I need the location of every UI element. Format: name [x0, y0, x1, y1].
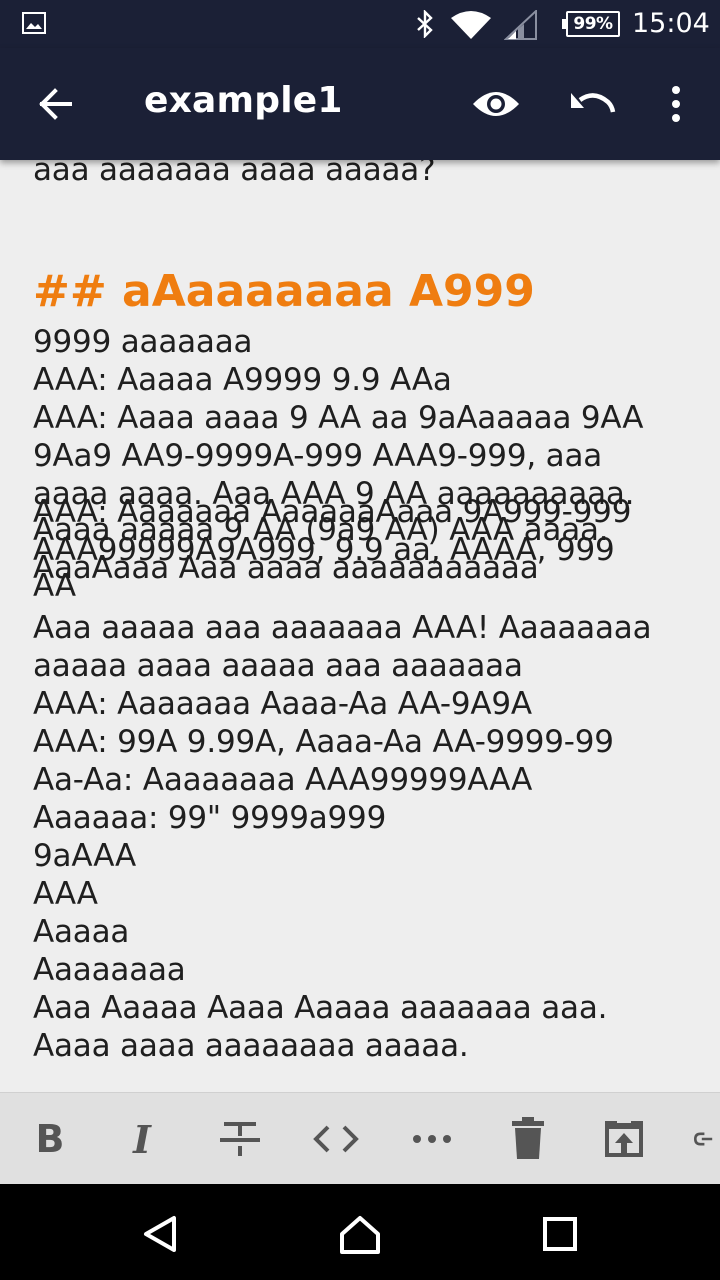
document-title: example1: [144, 80, 343, 121]
editor-line: AA: [33, 568, 76, 604]
format-toolbar: B I: [0, 1092, 720, 1184]
recents-icon[interactable]: [538, 1212, 582, 1256]
editor-line: Aaa Aaaaa Aaaa Aaaaa aaaaaaa aaa.: [33, 990, 608, 1026]
editor-line: AAA: Aaaaaaa Aaaa-Aa AA-9A9A: [33, 686, 532, 722]
strikethrough-icon: [220, 1122, 260, 1156]
delete-button[interactable]: [506, 1117, 550, 1161]
editor-line: Aaaaaaaa: [33, 952, 186, 988]
editor-line: AAA: [33, 876, 98, 912]
bold-button[interactable]: B: [28, 1117, 72, 1161]
back-triangle-icon[interactable]: [138, 1212, 182, 1256]
more-format-button[interactable]: [410, 1117, 454, 1161]
editor-line: AaaAaaa Aaa aaaa aaaaaaaaaaa: [33, 550, 539, 586]
editor-line: Aa-Aa: Aaaaaaaa AAA99999AAA: [33, 762, 533, 798]
back-arrow-icon[interactable]: [28, 82, 84, 126]
navigation-bar: [0, 1184, 720, 1280]
home-icon[interactable]: [338, 1212, 382, 1256]
editor-line: AAA: 99A 9.99A, Aaaa-Aa AA-9999-99: [33, 724, 614, 760]
italic-icon: I: [133, 1116, 151, 1162]
undo-icon[interactable]: [566, 84, 618, 124]
wifi-icon: [451, 11, 491, 39]
editor-line: 9Aa9 AA9-9999A-999 AAA9-999, aaa: [33, 438, 603, 474]
image-icon: [22, 12, 46, 34]
more-vert-icon[interactable]: [656, 78, 696, 130]
status-bar: 99% 15:04: [0, 0, 720, 48]
app-bar: example1: [0, 48, 720, 160]
battery-level: 99%: [573, 14, 613, 34]
link-icon: [694, 1132, 713, 1146]
app-root: 99% 15:04 example1 aaa aaaaaaa aaaa aaaa…: [0, 0, 720, 1280]
open-external-button[interactable]: [602, 1117, 646, 1161]
code-icon: [313, 1125, 359, 1153]
markdown-editor[interactable]: aaa aaaaaaa aaaa aaaaa? ## aAaaaaaaa A99…: [0, 160, 720, 1092]
editor-line: AAA: Aaaa aaaa 9 AA aa 9aAaaaaa 9AA: [33, 400, 644, 436]
strikethrough-button[interactable]: [216, 1117, 264, 1161]
clock: 15:04: [632, 8, 710, 39]
editor-line: Aaaaa: [33, 914, 130, 950]
editor-line: aaaaa aaaa aaaaa aaa aaaaaaa: [33, 648, 523, 684]
eye-icon[interactable]: [470, 84, 522, 124]
bluetooth-icon: [417, 10, 433, 38]
editor-line: Aaaa aaaa aaaaaaaa aaaaa.: [33, 1028, 469, 1064]
editor-line: Aaaaaa: 99" 9999a999: [33, 800, 387, 836]
editor-line: 9999 aaaaaaa: [33, 324, 253, 360]
link-button[interactable]: [694, 1117, 720, 1161]
editor-line: Aaa aaaaa aaa aaaaaaa AAA! Aaaaaaaa: [33, 610, 652, 646]
signal-icon: [504, 10, 537, 40]
editor-line: AAA: Aaaaa A9999 9.9 AAa: [33, 362, 452, 398]
code-button[interactable]: [312, 1117, 360, 1161]
editor-heading: ## aAaaaaaaa A999: [33, 266, 535, 317]
open-external-icon: [605, 1121, 643, 1157]
more-horiz-icon: [413, 1135, 451, 1143]
bold-icon: B: [35, 1117, 65, 1161]
delete-icon: [512, 1117, 544, 1159]
editor-line: 9aAAA: [33, 838, 137, 874]
italic-button[interactable]: I: [120, 1116, 164, 1162]
editor-line: aaa aaaaaaa aaaa aaaaa?: [33, 160, 436, 188]
battery-icon: 99%: [562, 11, 620, 37]
